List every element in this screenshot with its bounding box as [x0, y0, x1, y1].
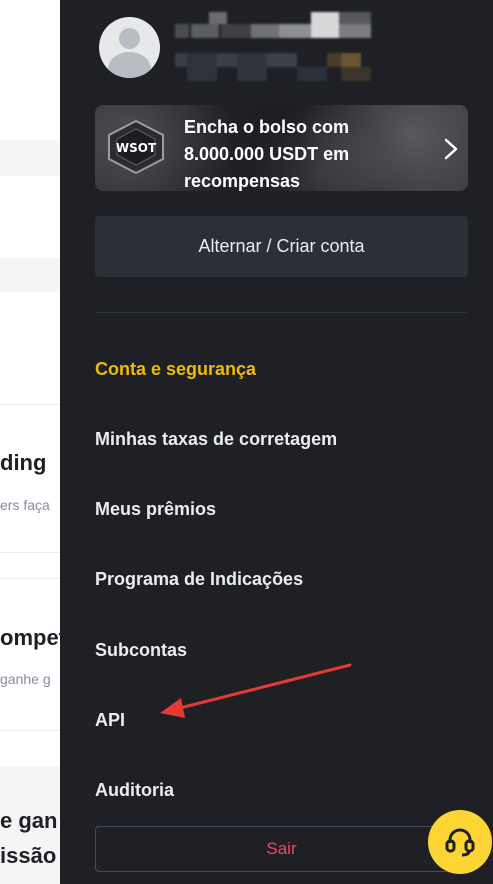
default-user-avatar-icon[interactable] — [99, 17, 160, 78]
username-redacted — [175, 12, 371, 38]
promo-logo-text: WSOT — [116, 141, 157, 155]
menu-item-audit[interactable]: Auditoria — [95, 780, 174, 801]
account-drawer: WSOT Encha o bolso com 8.000.000 USDT em… — [60, 0, 493, 884]
background-heading: ompet — [0, 625, 60, 650]
logout-button[interactable]: Sair — [95, 826, 468, 872]
promo-banner[interactable]: WSOT Encha o bolso com 8.000.000 USDT em… — [95, 105, 468, 191]
background-band — [0, 258, 60, 292]
menu-item-referral-program[interactable]: Programa de Indicações — [95, 569, 303, 590]
background-subtext: ganhe g — [0, 671, 51, 687]
switch-create-account-button[interactable]: Alternar / Criar conta — [95, 216, 468, 277]
menu-item-brokerage-fees[interactable]: Minhas taxas de corretagem — [95, 429, 337, 450]
background-divider — [0, 730, 60, 731]
background-subtext: ers faça — [0, 497, 50, 513]
support-button[interactable] — [428, 810, 492, 874]
headset-icon — [445, 828, 475, 857]
wsot-logo-icon: WSOT — [108, 119, 164, 175]
background-heading: e gan — [0, 808, 58, 833]
background-band — [0, 140, 60, 176]
background-heading: ding — [0, 450, 47, 475]
background-divider — [0, 552, 60, 553]
background-divider — [0, 404, 60, 405]
background-heading: issão — [0, 843, 57, 868]
menu-item-api[interactable]: API — [95, 710, 125, 731]
menu-item-account-security[interactable]: Conta e segurança — [95, 359, 256, 380]
menu-divider — [95, 312, 468, 313]
chevron-right-icon[interactable] — [440, 137, 462, 161]
menu-item-subaccounts[interactable]: Subcontas — [95, 640, 187, 661]
menu-item-rewards[interactable]: Meus prêmios — [95, 499, 216, 520]
background-divider — [0, 578, 60, 579]
user-id-redacted — [175, 53, 371, 81]
promo-text: Encha o bolso com 8.000.000 USDT em reco… — [184, 117, 350, 191]
